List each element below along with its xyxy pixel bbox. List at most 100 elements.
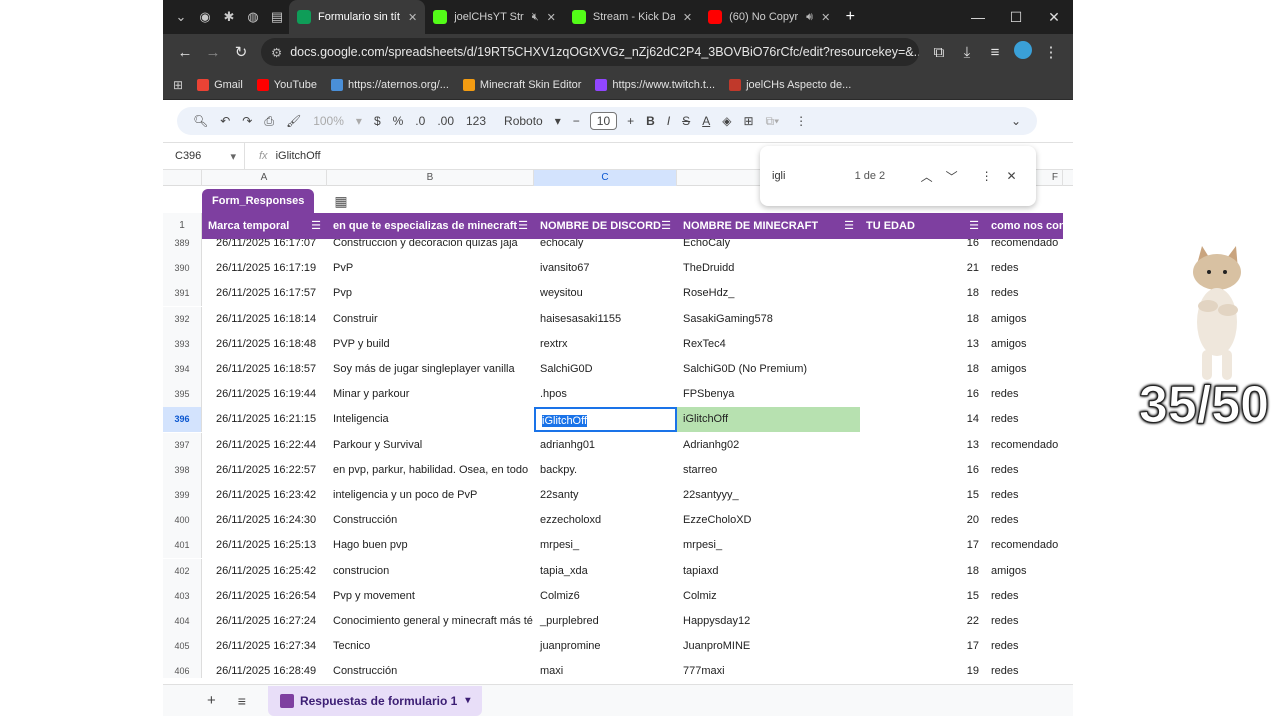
minecraft-cell[interactable]: EzzeCholoXD [677,508,860,533]
sheet-tab[interactable]: Respuestas de formulario 1 ▾ [267,685,483,716]
specialty-cell[interactable]: inteligencia y un poco de PvP [327,483,534,508]
row-number[interactable]: 399 [163,483,202,508]
specialty-cell[interactable]: Parkour y Survival [327,433,534,458]
specialty-cell[interactable]: Construcción [327,508,534,533]
row-number[interactable]: 397 [163,432,202,458]
timestamp-cell[interactable]: 26/11/2025 16:23:42 [202,483,327,508]
age-cell[interactable]: 13 [860,332,985,357]
minecraft-cell[interactable]: FPSbenya [677,382,860,407]
age-cell[interactable]: 16 [860,458,985,483]
age-cell[interactable]: 19 [860,659,985,678]
browser-tab[interactable]: Formulario sin títu ✕ [289,0,426,34]
timestamp-cell[interactable]: 26/11/2025 16:19:44 [202,382,327,407]
fill-color-icon[interactable]: ◈ [722,114,731,128]
print-icon[interactable]: ⎙ [264,114,274,129]
bookmark-item[interactable]: joelCHs Aspecto de... [729,78,851,91]
collapse-toolbar-icon[interactable]: ⌄ [1011,114,1021,128]
back-icon[interactable]: ← [171,44,199,61]
column-header-c[interactable]: C [534,170,677,186]
font-select[interactable]: Roboto [504,114,543,128]
discord-cell[interactable]: _purplebred [534,609,677,634]
age-cell[interactable]: 16 [860,239,985,256]
age-cell[interactable]: 18 [860,281,985,306]
header-discord[interactable]: NOMBRE DE DISCORD ☰ [534,213,677,239]
row-number[interactable]: 403 [163,583,202,609]
specialty-cell[interactable]: Tecnico [327,634,534,659]
site-info-icon[interactable]: ⚙ [271,45,282,60]
bookmark-item[interactable]: https://aternos.org/... [331,78,449,91]
new-tab-icon[interactable]: + [838,5,862,29]
minecraft-cell[interactable]: iGlitchOff [677,407,860,433]
timestamp-cell[interactable]: 26/11/2025 16:24:30 [202,508,327,533]
age-cell[interactable]: 18 [860,307,985,332]
bold-icon[interactable]: B [646,114,655,128]
add-sheet-icon[interactable]: + [207,692,216,709]
source-cell[interactable]: redes [985,483,1063,508]
row-number[interactable]: 392 [163,306,202,332]
timestamp-cell[interactable]: 26/11/2025 16:22:44 [202,433,327,458]
source-cell[interactable]: redes [985,281,1063,306]
bookmark-item[interactable]: YouTube [256,78,317,91]
minecraft-cell[interactable]: JuanproMINE [677,634,860,659]
source-cell[interactable]: amigos [985,307,1063,332]
row-number[interactable]: 401 [163,533,202,559]
minecraft-cell[interactable]: tapiaxd [677,559,860,584]
table-name-chip[interactable]: Form_Responses [202,189,315,213]
font-size-increase-icon[interactable]: + [627,114,634,128]
discord-cell[interactable]: ezzecholoxd [534,508,677,533]
select-all-corner[interactable] [163,170,202,186]
browser-tab[interactable]: joelCHsYT Str 🔇︎ ✕ [425,0,564,34]
source-cell[interactable]: redes [985,584,1063,609]
row-number[interactable]: 406 [163,659,202,678]
row-number[interactable]: 404 [163,609,202,634]
discord-cell[interactable]: ivansito67 [534,256,677,281]
browser-tab[interactable]: (60) No Copyr 🔊︎ ✕ [700,0,838,34]
specialty-cell[interactable]: PVP y build [327,332,534,357]
discord-cell[interactable]: mrpesi_ [534,533,677,558]
discord-cell[interactable]: 22santy [534,483,677,508]
age-cell[interactable]: 17 [860,533,985,558]
source-cell[interactable]: redes [985,256,1063,281]
merge-cells-icon[interactable]: ⧉▾ [766,114,780,129]
specialty-cell[interactable]: Conocimiento general y minecraft más té [327,609,534,634]
close-tab-icon[interactable]: ✕ [683,11,692,24]
name-box-dropdown-icon[interactable]: ▾ [230,150,236,163]
source-cell[interactable]: redes [985,634,1063,659]
specialty-cell[interactable]: en pvp, parkur, habilidad. Osea, en todo [327,458,534,483]
timestamp-cell[interactable]: 26/11/2025 16:25:13 [202,533,327,558]
specialty-cell[interactable]: PvP [327,256,534,281]
increase-decimal-button[interactable]: .00 [437,114,454,128]
find-options-icon[interactable]: ⋮ [974,169,999,183]
minecraft-cell[interactable]: EchoCaly [677,239,860,256]
browser-tab[interactable]: Stream - Kick Das ✕ [564,0,700,34]
discord-cell[interactable]: adrianhg01 [534,433,677,458]
source-cell[interactable]: recomendado [985,533,1063,558]
header-timestamp[interactable]: Marca temporal ☰ [202,213,327,239]
tab-search-icon[interactable]: ⌄ [169,5,193,29]
filter-icon[interactable]: ☰ [311,213,321,239]
discord-cell[interactable]: weysitou [534,281,677,306]
timestamp-cell[interactable]: 26/11/2025 16:27:24 [202,609,327,634]
discord-cell[interactable]: haisesasaki1155 [534,307,677,332]
specialty-cell[interactable]: Pvp [327,281,534,306]
row-number[interactable]: 398 [163,457,202,483]
specialty-cell[interactable]: Construccion y decoracion quizas jaja [327,239,534,256]
close-tab-icon[interactable]: ✕ [821,11,830,24]
more-formats-button[interactable]: 123 [466,114,486,128]
row-number[interactable]: 405 [163,634,202,660]
minecraft-cell[interactable]: RexTec4 [677,332,860,357]
specialty-cell[interactable]: Pvp y movement [327,584,534,609]
specialty-cell[interactable]: Soy más de jugar singleplayer vanilla [327,357,534,382]
timestamp-cell[interactable]: 26/11/2025 16:27:34 [202,634,327,659]
italic-icon[interactable]: I [667,114,670,128]
download-icon[interactable]: ⤓ [953,44,981,61]
text-color-icon[interactable]: A [702,114,710,128]
decrease-decimal-button[interactable]: .0 [415,114,425,128]
row-number[interactable]: 394 [163,357,202,382]
row-number[interactable]: 400 [163,508,202,534]
close-tab-icon[interactable]: ✕ [547,11,556,24]
discord-cell[interactable]: echocaly [534,239,677,256]
close-tab-icon[interactable]: ✕ [408,11,417,24]
find-prev-icon[interactable]: ︿ [914,168,939,185]
pinned-tab-icon[interactable]: ▤ [265,5,289,29]
